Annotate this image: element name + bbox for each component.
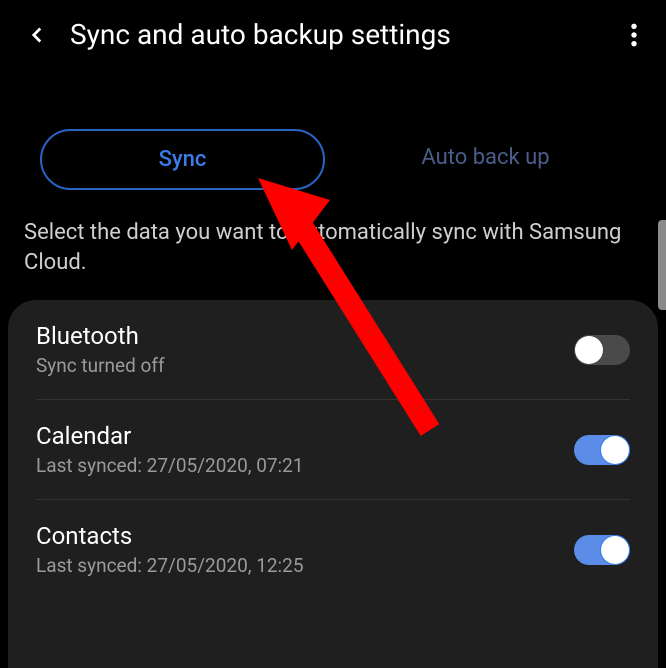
bluetooth-toggle[interactable] [574,335,630,365]
list-item[interactable]: Bluetooth Sync turned off [36,300,630,400]
item-title: Calendar [36,422,304,450]
more-options-icon[interactable] [630,22,642,48]
list-item[interactable]: Calendar Last synced: 27/05/2020, 07:21 [36,400,630,500]
item-subtitle: Sync turned off [36,354,165,377]
sync-description: Select the data you want to automaticall… [0,210,666,301]
list-item[interactable]: Contacts Last synced: 27/05/2020, 12:25 [36,500,630,599]
calendar-toggle[interactable] [574,435,630,465]
item-title: Contacts [36,522,304,550]
tabs: Sync Auto back up [0,69,666,210]
page-title: Sync and auto backup settings [70,18,610,51]
scrollbar[interactable] [658,220,666,310]
back-icon[interactable] [24,22,50,48]
tab-sync[interactable]: Sync [40,129,325,190]
sync-items-panel: Bluetooth Sync turned off Calendar Last … [8,300,658,668]
tab-auto-backup[interactable]: Auto back up [345,129,626,190]
item-subtitle: Last synced: 27/05/2020, 07:21 [36,454,304,477]
contacts-toggle[interactable] [574,535,630,565]
item-subtitle: Last synced: 27/05/2020, 12:25 [36,554,304,577]
item-title: Bluetooth [36,322,165,350]
header: Sync and auto backup settings [0,0,666,69]
